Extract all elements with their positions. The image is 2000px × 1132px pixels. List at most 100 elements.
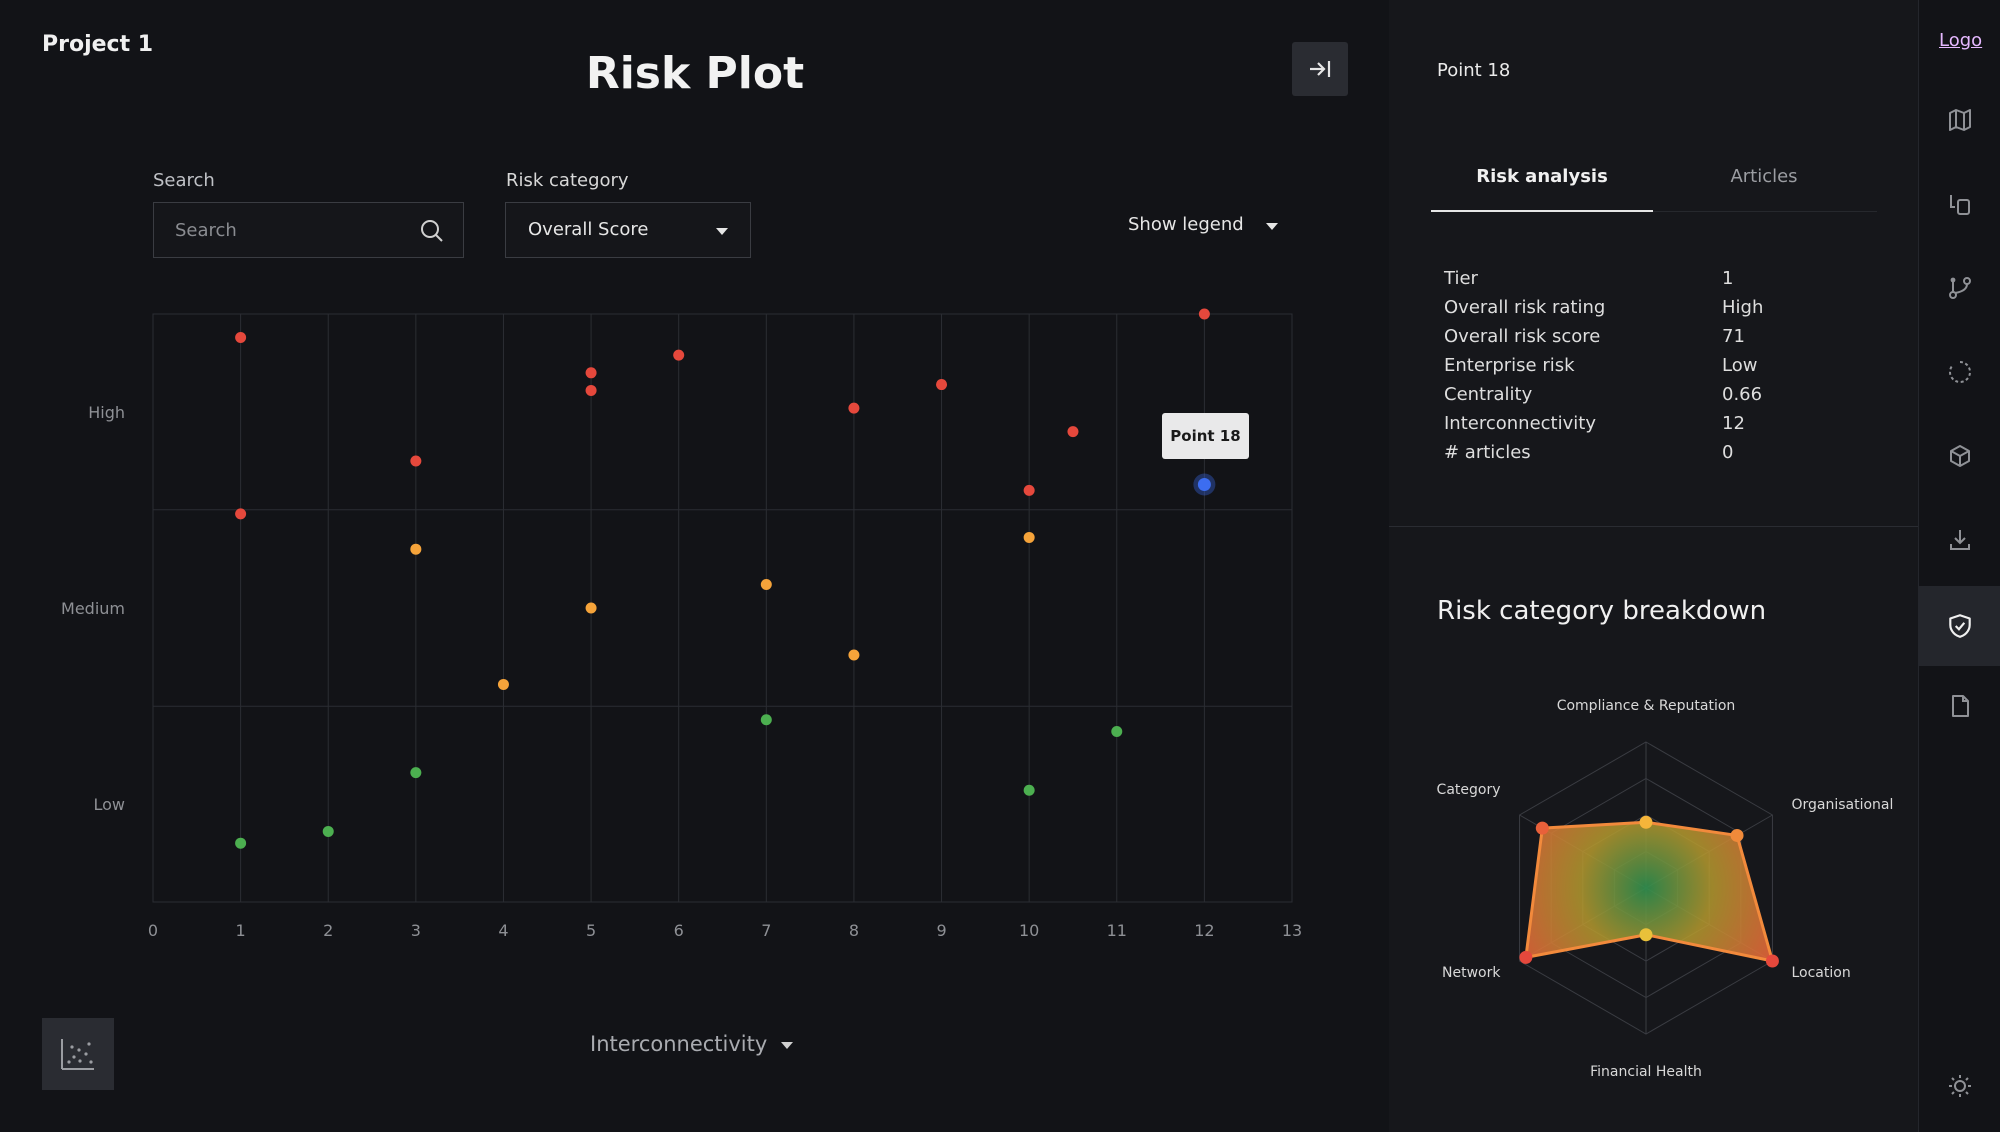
x-tick-label: 10 [1019,921,1039,940]
rail-theme-button[interactable] [1919,1050,2000,1122]
icon-rail: Logo [1918,0,2000,1132]
detail-value: 1 [1722,268,1734,289]
detail-value: 12 [1722,413,1745,434]
detail-key: Enterprise risk [1444,355,1575,376]
search-label: Search [153,170,215,191]
radar-point [1519,950,1533,964]
detail-value: 0 [1722,442,1734,463]
rail-copy-button[interactable] [1919,168,2000,240]
rail-loading-button[interactable] [1919,336,2000,408]
radar-point [1535,821,1549,835]
divider [1389,526,1918,527]
detail-key: Centrality [1444,384,1533,405]
point-tooltip: Point 18 [1162,413,1249,459]
data-point [936,379,948,391]
data-point [235,332,247,344]
x-tick-label: 0 [148,921,158,940]
risk-details-list: Tier 1 Overall risk rating High Overall ri… [1444,268,1844,471]
loading-icon [1949,361,1971,383]
x-tick-label: 6 [674,921,684,940]
risk-category-select[interactable]: Overall Score [505,202,751,258]
detail-row: Overall risk rating High [1444,297,1844,326]
data-point [1023,484,1035,496]
document-icon [1952,695,1969,717]
scatter-view-button[interactable] [42,1018,114,1090]
detail-value: 0.66 [1722,384,1763,405]
radar-axis-label: Network [1442,965,1501,981]
risk-category-value: Overall Score [528,219,649,240]
data-point [585,384,597,396]
radar-point [1639,928,1653,942]
x-tick-label: 5 [586,921,596,940]
tab-risk-analysis[interactable]: Risk analysis [1431,166,1653,187]
rail-branch-button[interactable] [1919,252,2000,324]
data-point [1067,426,1079,438]
selected-point [1197,478,1211,492]
arrow-to-right-icon [1310,61,1331,77]
breakdown-title: Risk category breakdown [1437,596,1767,626]
git-branch-icon [1949,277,1971,299]
search-icon[interactable] [419,218,445,244]
data-point [585,602,597,614]
rail-cube-button[interactable] [1919,420,2000,492]
search-field[interactable] [153,202,464,258]
detail-row: Overall risk score 71 [1444,326,1844,355]
radar-axis-label: Category [1437,782,1501,798]
y-band-label: Medium [61,599,125,618]
detail-value: Low [1722,355,1758,376]
x-tick-label: 13 [1282,921,1302,940]
data-point [1198,308,1210,320]
data-point [585,367,597,379]
scatter-chart: 0 1 2 3 4 5 6 7 8 9 10 11 12 13LowMediumHigh [61,308,1302,940]
search-input[interactable] [154,203,404,257]
x-axis-selector-label: Interconnectivity [590,1032,768,1056]
chevron-down-icon [716,228,728,235]
x-axis-selector[interactable]: Interconnectivity [590,1032,794,1056]
x-tick-label: 3 [411,921,421,940]
data-point [322,825,334,837]
radar-axis-label: Financial Health [1590,1064,1702,1080]
rail-download-button[interactable] [1919,504,2000,576]
x-tick-label: 8 [849,921,859,940]
panel-tabs: Risk analysis Articles [1431,150,1877,212]
radar-point [1639,815,1653,829]
logo-link[interactable]: Logo [1939,30,1982,51]
rail-document-button[interactable] [1919,670,2000,742]
x-tick-label: 7 [761,921,771,940]
copy-icon [1950,195,1970,215]
detail-key: Overall risk rating [1444,297,1606,318]
data-point [673,349,685,361]
cube-icon [1950,445,1970,467]
data-point [848,402,860,414]
download-icon [1950,530,1970,550]
data-point [760,714,772,726]
selected-point-title: Point 18 [1437,60,1511,81]
scatter-plot-icon [61,1039,94,1070]
show-legend-dropdown[interactable]: Show legend [1128,214,1278,244]
radar-axis-label: Location [1791,965,1850,981]
show-legend-label: Show legend [1128,214,1244,235]
map-icon [1949,109,1971,131]
collapse-panel-button[interactable] [1292,42,1348,96]
x-tick-label: 12 [1194,921,1214,940]
x-tick-label: 2 [323,921,333,940]
shield-check-icon [1949,614,1971,638]
data-point [760,578,772,590]
rail-map-button[interactable] [1919,84,2000,156]
data-point [1111,725,1123,737]
detail-row: Centrality 0.66 [1444,384,1844,413]
radar-axis-label: Compliance & Reputation [1557,698,1736,714]
x-tick-label: 1 [236,921,246,940]
rail-shield-button[interactable] [1919,586,2000,666]
active-tab-indicator [1431,210,1653,212]
radar-point [1730,828,1744,842]
data-point [235,837,247,849]
detail-key: Tier [1444,268,1478,289]
y-band-label: Low [93,795,125,814]
tab-articles[interactable]: Articles [1653,166,1875,187]
detail-key: Overall risk score [1444,326,1601,347]
plot-area [152,313,1293,903]
x-tick-label: 9 [936,921,946,940]
detail-value: High [1722,297,1764,318]
sun-icon [1949,1075,1971,1097]
